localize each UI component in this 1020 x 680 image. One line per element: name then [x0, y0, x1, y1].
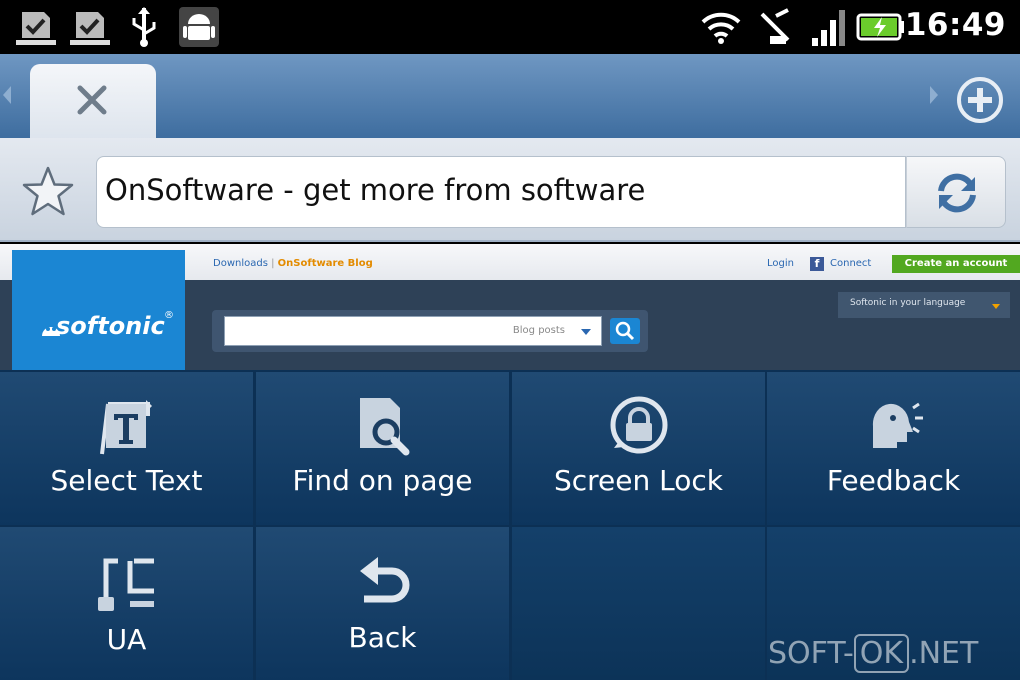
battery-charging-icon: [856, 13, 904, 41]
search-scope-label: Blog posts: [512, 325, 565, 336]
close-icon[interactable]: [74, 82, 110, 118]
menu-item-find-on-page[interactable]: Find on page: [256, 372, 509, 525]
top-links: Downloads | OnSoftware Blog: [213, 258, 373, 269]
select-text-icon: [99, 400, 152, 455]
usb-icon: [132, 7, 156, 47]
blog-link[interactable]: OnSoftware Blog: [278, 258, 373, 269]
wifi-icon: [701, 12, 741, 44]
menu-item-label: Screen Lock: [553, 464, 723, 497]
download-done-icon: [16, 12, 56, 45]
menu-item-select-text[interactable]: Select Text: [0, 372, 253, 525]
search-icon: [615, 321, 635, 341]
menu-item-label: Select Text: [50, 464, 203, 497]
menu-item-ua[interactable]: UA: [0, 527, 253, 680]
back-arrow-icon: [359, 557, 409, 603]
web-content: softonic ® Downloads | OnSoftware Blog L…: [0, 244, 1020, 370]
menu-item-label: Feedback: [826, 464, 961, 497]
watermark-boxed: OK: [853, 634, 910, 673]
status-bar: 16:49: [0, 0, 1020, 54]
search-input[interactable]: Blog posts: [224, 316, 602, 346]
chevron-down-icon: [992, 304, 1000, 309]
signal-bars-icon: [812, 10, 845, 46]
watermark: SOFT- OK .NET: [768, 634, 979, 673]
connect-link[interactable]: Connect: [830, 258, 871, 269]
user-agent-icon: [97, 558, 154, 611]
feedback-icon: [872, 402, 923, 448]
login-link[interactable]: Login: [767, 258, 794, 269]
chevron-down-icon[interactable]: [581, 329, 591, 335]
menu-item-label: Find on page: [292, 464, 473, 497]
scroll-tabs-left-icon[interactable]: [3, 86, 11, 104]
downloads-link[interactable]: Downloads: [213, 258, 268, 269]
link-separator: |: [271, 258, 275, 269]
download-done-icon: [70, 12, 110, 45]
star-icon[interactable]: [20, 164, 76, 220]
logo-reg: ®: [164, 310, 174, 321]
page-title-text: OnSoftware - get more from software: [105, 173, 646, 207]
menu-item-feedback[interactable]: Feedback: [767, 372, 1020, 525]
tab-current[interactable]: [30, 64, 156, 140]
language-label: Softonic in your language: [850, 298, 966, 308]
search-button[interactable]: [610, 318, 640, 344]
menu-item-back[interactable]: Back: [256, 527, 509, 680]
scroll-tabs-right-icon[interactable]: [930, 86, 938, 104]
find-on-page-icon: [359, 398, 409, 456]
url-bar: OnSoftware - get more from software: [0, 138, 1020, 242]
menu-item-empty: [512, 527, 765, 680]
watermark-prefix: SOFT-: [768, 636, 854, 671]
menu-item-screen-lock[interactable]: Screen Lock: [512, 372, 765, 525]
add-circle-icon[interactable]: [956, 76, 1004, 124]
watermark-suffix: .NET: [909, 636, 979, 671]
url-field[interactable]: OnSoftware - get more from software: [96, 156, 906, 228]
menu-item-label: Back: [348, 621, 417, 654]
facebook-icon[interactable]: f: [810, 257, 824, 271]
clock: 16:49: [904, 7, 1006, 43]
menu-item-label: UA: [106, 623, 147, 656]
reload-button[interactable]: [906, 156, 1006, 228]
no-signal-icon: [760, 8, 790, 44]
tab-bar: [0, 54, 1020, 140]
language-selector[interactable]: Softonic in your language: [838, 292, 1010, 318]
refresh-icon: [938, 173, 976, 213]
create-account-button[interactable]: Create an account: [892, 255, 1020, 273]
softonic-logo[interactable]: softonic ®: [12, 250, 185, 370]
android-debug-icon: [179, 7, 219, 47]
logo-text: softonic: [56, 312, 165, 340]
screen-lock-icon: [610, 396, 667, 454]
